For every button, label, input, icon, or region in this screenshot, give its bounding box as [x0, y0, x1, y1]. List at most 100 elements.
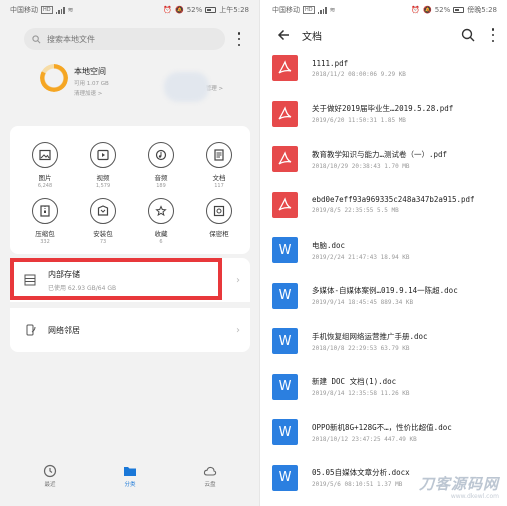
storage-overview: 本地空间 可用 1.07 GB 清理加速 > 上传管理 >	[0, 50, 259, 136]
file-row[interactable]: W 电脑.doc 2019/2/24 21:47:43 18.94 KB	[272, 227, 502, 273]
category-count: 117	[214, 183, 224, 189]
word-file-icon: W	[272, 282, 298, 309]
file-name: 新建 DOC 文档(1).doc	[312, 377, 397, 386]
file-meta: 2019/8/5 22:35:55 5.5 MB	[312, 207, 399, 214]
category-images[interactable]: 图片 6,248	[19, 142, 71, 189]
document-icon	[206, 142, 232, 168]
file-name: 教育教学知识与能力…测试卷（一）.pdf	[312, 149, 448, 159]
battery-icon	[205, 7, 217, 13]
storage-ring-icon	[40, 64, 68, 92]
nav-label: 云盘	[204, 482, 216, 488]
clock-time: 上午5:28	[219, 6, 249, 14]
alarm-icon: ⏰	[411, 6, 420, 14]
category-safe[interactable]: 保密柜	[193, 198, 245, 239]
category-favorites[interactable]: 收藏 6	[135, 198, 187, 245]
search-input[interactable]	[47, 34, 197, 44]
pdf-file-icon	[272, 146, 298, 172]
archive-icon	[32, 198, 58, 224]
search-box[interactable]	[24, 28, 225, 50]
file-name: 手机恢复组网络运营推广手册.doc	[312, 331, 428, 341]
word-file-icon: W	[272, 419, 298, 445]
category-audio[interactable]: 音频 189	[135, 142, 187, 189]
file-row[interactable]: W 手机恢复组网络运营推广手册.doc 2018/10/8 22:29:53 63.…	[272, 318, 502, 364]
file-row[interactable]: 关于做好2019届毕业生…2019.5.28.pdf 2019/6/20 11:5…	[272, 91, 502, 137]
nav-categories[interactable]: 分类	[100, 464, 160, 488]
file-row[interactable]: ebd0e7eff93a969335c248a347b2a915.pdf 2019…	[272, 182, 502, 228]
more-options-icon[interactable]	[235, 32, 243, 46]
nav-label: 分类	[124, 482, 136, 488]
file-name: 关于做好2019届毕业生…2019.5.28.pdf	[312, 104, 454, 113]
cloud-icon	[203, 466, 217, 476]
cleanup-link[interactable]: 清理加速 >	[74, 89, 109, 97]
file-row[interactable]: 1111.pdf 2018/11/2 08:00:06 9.29 KB	[272, 45, 502, 91]
word-letter: W	[278, 470, 292, 485]
file-row[interactable]: W 多媒体-自媒体案例…019.9.14一陈超.doc 2019/9/14 18:4…	[272, 273, 502, 319]
battery-percent: 52%	[434, 6, 451, 14]
category-label: 收藏	[154, 230, 168, 238]
word-letter: W	[278, 379, 292, 394]
word-file-icon: W	[272, 237, 298, 263]
wifi-icon: ≋	[329, 6, 336, 14]
signal-icon	[317, 6, 327, 14]
file-meta: 2019/2/24 21:47:43 18.94 KB	[312, 253, 410, 261]
mute-icon: 🔕	[422, 6, 432, 14]
chevron-right-icon: ›	[236, 324, 240, 336]
blurred-cloud-icon	[164, 72, 209, 102]
more-options-icon[interactable]	[489, 28, 497, 42]
search-icon[interactable]	[461, 28, 475, 42]
network-neighbor-title: 网络邻居	[48, 325, 80, 335]
file-row[interactable]: W 新建 DOC 文档(1).doc 2019/8/14 12:35:58 11.2…	[272, 364, 502, 410]
word-letter: W	[278, 288, 292, 303]
file-meta: 2018/10/12 23:47:25 447.49 KB	[312, 435, 417, 443]
watermark-title: 刀客源码网	[418, 475, 499, 493]
network-neighbor-row[interactable]: 网络邻居 ›	[10, 308, 250, 352]
category-documents[interactable]: 文档 117	[193, 142, 245, 189]
word-file-icon: W	[272, 328, 298, 354]
file-name: OPPO新机8G+128G不…，性价比超值.doc	[312, 422, 452, 432]
network-icon	[26, 324, 36, 336]
file-name: ebd0e7eff93a969335c248a347b2a915.pdf	[312, 195, 475, 204]
package-icon	[90, 198, 116, 224]
category-packages[interactable]: 安装包 73	[77, 198, 129, 245]
nav-cloud[interactable]: 云盘	[180, 464, 240, 488]
alarm-icon: ⏰	[163, 6, 172, 14]
documents-list-screen: 中国移动 HD ≋ ⏰ 🔕 52% 傍晚5:28 文档 1111.pdf 2018…	[262, 0, 507, 506]
nav-recent[interactable]: 最近	[20, 464, 80, 488]
wifi-icon: ≋	[67, 6, 74, 14]
clock-time: 傍晚5:28	[467, 6, 497, 14]
category-videos[interactable]: 视频 1,579	[77, 142, 129, 189]
category-count: 73	[99, 239, 107, 245]
status-bar: 中国移动 HD ≋ ⏰ 🔕 52% 傍晚5:28	[262, 0, 507, 20]
back-arrow-icon[interactable]	[274, 28, 294, 42]
chevron-right-icon: ›	[236, 274, 240, 286]
file-meta: 2019/9/14 18:45:45 889.34 KB	[312, 299, 414, 306]
pdf-file-icon	[272, 55, 298, 81]
watermark-url: www.dkewl.com	[450, 493, 499, 500]
clock-icon	[43, 464, 57, 478]
category-count: 6	[159, 239, 163, 245]
file-meta: 2018/11/2 08:00:06 9.29 KB	[312, 70, 406, 78]
category-count: 1,579	[95, 183, 111, 189]
word-letter: W	[278, 242, 292, 258]
category-label: 图片	[38, 174, 52, 182]
file-row[interactable]: W OPPO新机8G+128G不…，性价比超值.doc 2018/10/12 23:…	[272, 409, 502, 455]
file-name: 电脑.doc	[312, 240, 346, 250]
watermark: 刀客源码网 www.dkewl.com	[419, 473, 499, 500]
category-grid: 图片 6,248 视频 1,579 音频 189 文档 117 压缩包 332 …	[10, 126, 250, 254]
category-archives[interactable]: 压缩包 332	[19, 198, 71, 245]
search-icon	[32, 34, 41, 43]
file-name: 05.05自媒体文章分析.docx	[312, 468, 410, 477]
file-row[interactable]: 教育教学知识与能力…测试卷（一）.pdf 2018/10/29 20:38:43 …	[272, 136, 502, 182]
file-meta: 2018/10/29 20:38:43 1.70 MB	[312, 162, 410, 170]
category-label: 音频	[154, 174, 168, 182]
file-manager-categories-screen: 中国移动 HD ≋ ⏰ 🔕 52% 上午5:28 本地空间 可用 1.07 GB…	[0, 0, 260, 506]
word-letter: W	[278, 424, 292, 440]
signal-icon	[55, 6, 65, 14]
bottom-navigation: 最近 分类 云盘	[10, 458, 250, 494]
status-bar: 中国移动 HD ≋ ⏰ 🔕 52% 上午5:28	[0, 0, 259, 20]
highlight-box	[10, 258, 222, 300]
category-label: 安装包	[93, 230, 113, 238]
safe-icon	[206, 198, 232, 224]
folder-icon	[124, 467, 136, 476]
hd-tag: HD	[303, 6, 315, 14]
